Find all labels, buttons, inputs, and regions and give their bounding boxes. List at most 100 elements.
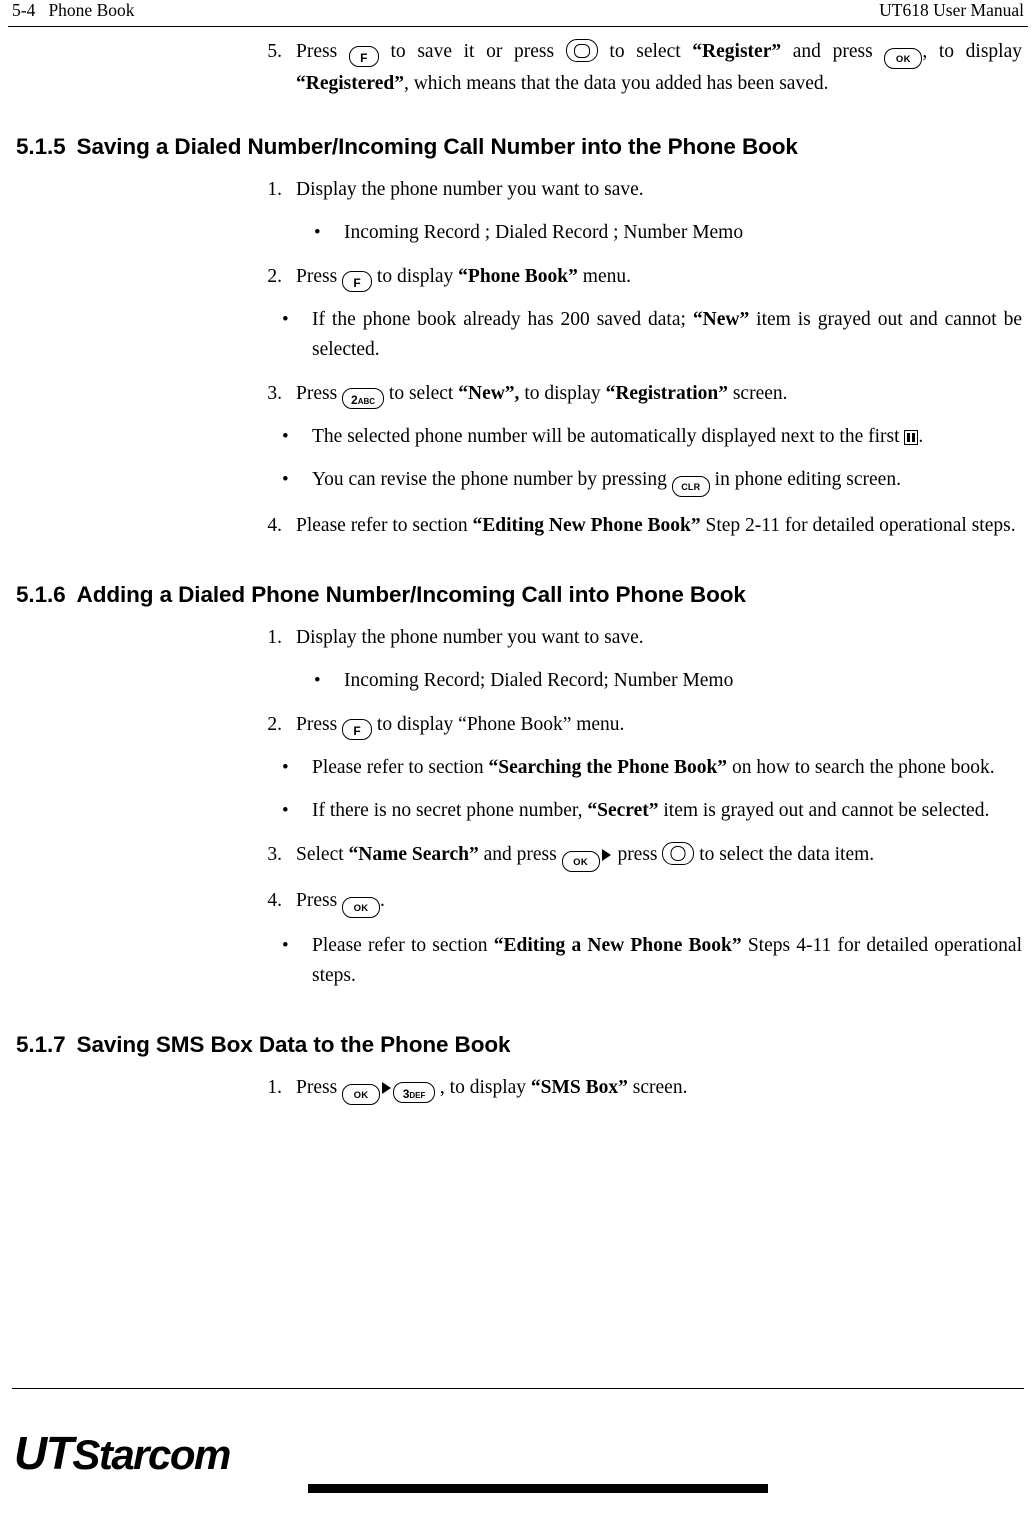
bullet-item: • Incoming Record ; Dialed Record ; Numb…: [314, 218, 1022, 248]
list-item-number: 4.: [267, 890, 282, 911]
text-fragment: in phone editing screen.: [709, 469, 901, 490]
text-fragment: If there is no secret phone number,: [312, 800, 588, 821]
bullet-marker: •: [314, 670, 321, 691]
section-title: Saving SMS Box Data to the Phone Book: [76, 1032, 511, 1057]
list-item-text: Press 2ABC to select “New”, to display “…: [296, 379, 1022, 409]
section-number: 5.1.7: [16, 1032, 66, 1057]
list-item: 2. Press F to display “Phone Book” menu.: [234, 262, 1022, 292]
text-bold: “Registration”: [605, 383, 728, 404]
text-fragment: Step 2-11 for detailed operational steps…: [700, 515, 1016, 536]
list-item-text: Press F to save it or press to select “R…: [296, 37, 1022, 99]
bullet-item: • Please refer to section “Editing a New…: [282, 931, 1022, 991]
text-fragment: The selected phone number will be automa…: [312, 426, 905, 447]
text-fragment: to save it or press: [378, 41, 566, 62]
list-item-text: Select “Name Search” and press OK press …: [296, 840, 1022, 872]
bullet-text: Incoming Record ; Dialed Record ; Number…: [344, 222, 744, 243]
text-bold: “Editing New Phone Book”: [472, 515, 701, 536]
text-fragment: to display “Phone Book” menu.: [372, 714, 625, 735]
list-item-text: Press F to display “Phone Book” menu.: [296, 262, 1022, 292]
key-f-icon: F: [348, 46, 379, 67]
text-bold: “Register”: [692, 41, 782, 62]
list-item: 4. Please refer to section “Editing New …: [234, 511, 1022, 541]
text-fragment: , to display: [435, 1077, 531, 1098]
list-item: 3. Press 2ABC to select “New”, to displa…: [234, 379, 1022, 409]
text-fragment: screen.: [627, 1077, 688, 1098]
text-bold: “New”,: [458, 383, 520, 404]
list-item: 1. Press OK 3DEF , to display “SMS Box” s…: [234, 1073, 1022, 1105]
section-number: 5.1.5: [16, 134, 66, 159]
text-fragment: menu.: [577, 266, 631, 287]
text-fragment: Press: [296, 383, 343, 404]
key-letters: ABC: [357, 397, 376, 406]
text-fragment: Please refer to section: [312, 757, 489, 778]
bullet-item: • The selected phone number will be auto…: [282, 422, 1022, 452]
bullet-text: If there is no secret phone number, “Sec…: [312, 796, 1022, 826]
list-item: 4. Press OK.: [234, 886, 1022, 918]
list-item: 5. Press F to save it or press to select…: [234, 37, 1022, 99]
key-ok-icon: OK: [561, 851, 600, 872]
list-item-text: Display the phone number you want to sav…: [296, 627, 644, 648]
section-heading-517: 5.1.7 Saving SMS Box Data to the Phone Bo…: [14, 1031, 1022, 1059]
text-fragment: screen.: [727, 383, 788, 404]
bullet-marker: •: [282, 309, 289, 330]
bullet-marker: •: [314, 222, 321, 243]
text-fragment: Please refer to section: [312, 935, 494, 956]
bullet-marker: •: [282, 426, 289, 447]
text-bold: “Searching the Phone Book”: [488, 757, 728, 778]
bullet-marker: •: [282, 757, 289, 778]
bullet-marker: •: [282, 469, 289, 490]
text-fragment: to display: [372, 266, 459, 287]
bullet-text: Incoming Record; Dialed Record; Number M…: [344, 670, 734, 691]
text-fragment: Please refer to section: [296, 515, 473, 536]
list-item-number: 1.: [267, 1077, 282, 1098]
bullet-item: • If there is no secret phone number, “S…: [282, 796, 1022, 826]
key-navigation-icon: [662, 842, 695, 865]
utstarcom-logo: UTStarcom: [14, 1427, 231, 1479]
text-fragment: Press: [296, 714, 343, 735]
text-fragment: Press: [296, 890, 343, 911]
bullet-text: Please refer to section “Editing a New P…: [312, 931, 1022, 991]
header-right-text: UT618 User Manual: [879, 0, 1024, 20]
text-fragment: and press: [781, 41, 885, 62]
text-fragment: press: [612, 844, 663, 865]
logo-underline-bar: [308, 1484, 768, 1493]
list-item-text: Display the phone number you want to sav…: [296, 179, 644, 200]
page-header: 5-4 Phone Book UT618 User Manual: [8, 0, 1028, 27]
text-bold: “New”: [692, 309, 750, 330]
key-3def-icon: 3DEF: [393, 1082, 436, 1103]
arrow-right-icon: [601, 849, 611, 861]
text-fragment: to select the data item.: [694, 844, 875, 865]
section-title: Adding a Dialed Phone Number/Incoming Ca…: [76, 582, 746, 607]
bullet-item: • Incoming Record; Dialed Record; Number…: [314, 666, 1022, 696]
list-item-number: 3.: [267, 844, 282, 865]
list-item-text: Press OK.: [296, 886, 1022, 918]
text-fragment: item is grayed out and cannot be selecte…: [658, 800, 990, 821]
list-item: 1. Display the phone number you want to …: [234, 175, 1022, 205]
list-item-number: 1.: [267, 179, 282, 200]
key-ok-icon: OK: [342, 897, 381, 918]
arrow-right-icon: [382, 1082, 392, 1094]
logo-starcom-text: Starcom: [72, 1431, 231, 1478]
list-item-text: Press OK 3DEF , to display “SMS Box” scre…: [296, 1073, 1022, 1105]
text-fragment: and press: [478, 844, 562, 865]
text-fragment: Select: [296, 844, 349, 865]
document-content: 5. Press F to save it or press to select…: [8, 37, 1028, 1105]
section-heading-515: 5.1.5 Saving a Dialed Number/Incoming Cal…: [14, 133, 1022, 161]
bullet-marker: •: [282, 935, 289, 956]
text-bold: “Registered”: [296, 73, 404, 94]
list-item-number: 2.: [267, 266, 282, 287]
text-fragment: Press: [296, 1077, 343, 1098]
key-letters: DEF: [409, 1091, 426, 1100]
list-item-text: Please refer to section “Editing New Pho…: [296, 511, 1022, 541]
key-digit: 2: [351, 393, 358, 407]
text-bold: “Phone Book”: [458, 266, 578, 287]
text-fragment: to select: [384, 383, 459, 404]
text-fragment: Press: [296, 266, 343, 287]
list-item-text: Press F to display “Phone Book” menu.: [296, 710, 1022, 740]
bullet-text: You can revise the phone number by press…: [312, 465, 1022, 497]
key-ok-icon: OK: [342, 1084, 381, 1105]
list-item: 1. Display the phone number you want to …: [234, 623, 1022, 653]
bullet-text: If the phone book already has 200 saved …: [312, 305, 1022, 365]
list-item-number: 1.: [267, 627, 282, 648]
logo-ut-text: UT: [14, 1427, 74, 1479]
